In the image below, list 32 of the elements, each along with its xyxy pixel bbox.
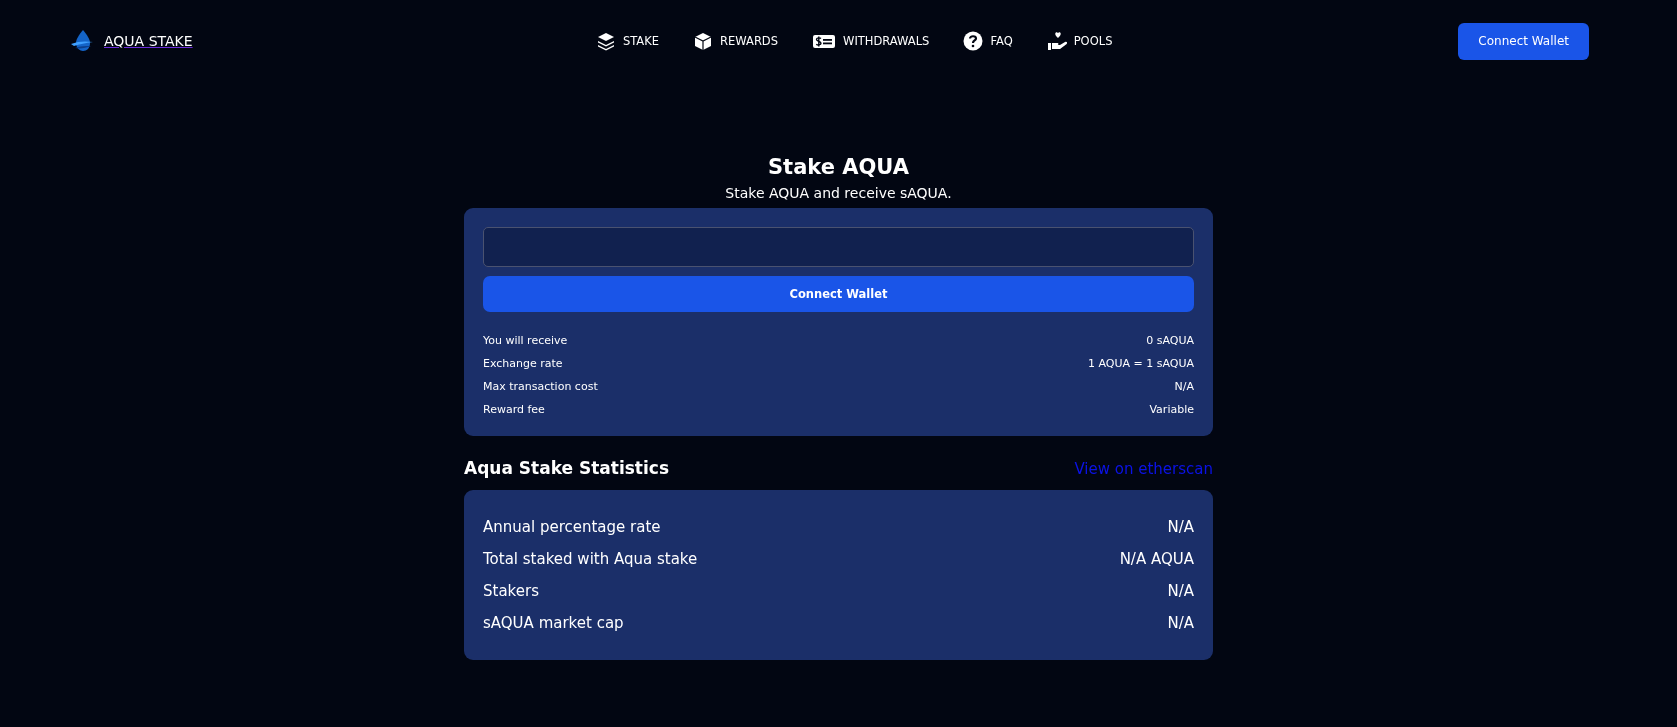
hand-heart-icon [1046,31,1067,51]
nav-link[interactable]: STAKE [595,31,659,51]
box-icon [693,31,713,51]
question-icon [963,31,984,51]
page-subtitle: Stake AQUA and receive sAQUA. [724,185,953,201]
connect-wallet-button[interactable]: Connect Wallet [483,276,1194,312]
detail-value: Variable [1149,403,1194,416]
layers-icon [595,31,616,51]
detail-label: Exchange rate [483,357,563,370]
brand-name[interactable]: AQUA STAKE [104,33,193,49]
stat-value: N/A [1167,518,1194,536]
stat-label: Total staked with Aqua stake [483,550,698,568]
detail-value: N/A [1174,380,1194,393]
amount-input-field[interactable] [483,227,1194,267]
stat-value: N/A [1167,582,1194,600]
nav-link[interactable]: REWARDS [693,31,779,51]
statistics-title: Aqua Stake Statistics [464,458,670,478]
detail-label: Max transaction cost [483,380,598,393]
stat-label: Stakers [483,582,539,600]
stat-label: Annual percentage rate [483,518,661,536]
nav-link[interactable]: WITHDRAWALS [812,31,930,51]
connect-wallet-button[interactable]: Connect Wallet [1458,22,1589,60]
stat-value: N/A [1167,614,1194,632]
stat-label: sAQUA market cap [483,614,624,632]
detail-value: 1 AQUA = 1 sAQUA [1087,357,1194,370]
page-title: Stake AQUA [766,155,911,179]
detail-label: Reward fee [483,403,545,416]
nav-link[interactable]: FAQ [963,31,1013,51]
stat-value: N/A AQUA [1119,550,1194,568]
detail-value: 0 sAQUA [1146,334,1194,347]
detail-label: You will receive [483,334,568,347]
nav-link[interactable]: POOLS [1046,31,1113,51]
